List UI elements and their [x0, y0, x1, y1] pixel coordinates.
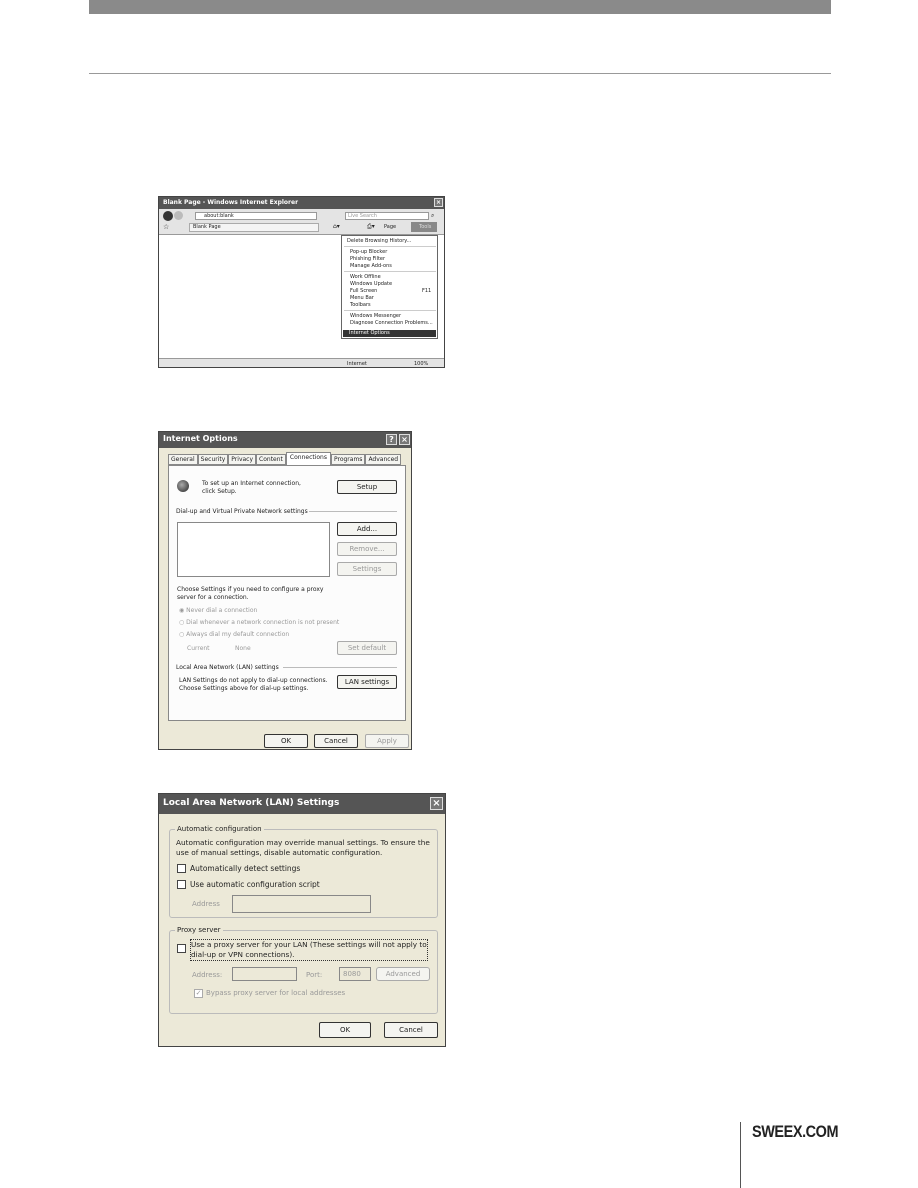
port-input[interactable]: 8080: [339, 967, 371, 981]
tab-strip: General Security Privacy Content Connect…: [168, 452, 402, 465]
tab-privacy[interactable]: Privacy: [228, 454, 257, 465]
radio-label: Never dial a connection: [186, 607, 258, 614]
auto-script-checkbox[interactable]: [177, 880, 186, 889]
radio-never-dial[interactable]: ◉ Never dial a connection: [179, 607, 257, 614]
auto-detect-label: Automatically detect settings: [190, 864, 301, 873]
tools-menu-button[interactable]: Tools: [411, 222, 437, 232]
settings-button[interactable]: Settings: [337, 562, 397, 576]
set-default-button[interactable]: Set default: [337, 641, 397, 655]
menu-item[interactable]: Manage Add-ons: [350, 263, 392, 269]
script-address-input[interactable]: [232, 895, 371, 913]
favorites-star-icon[interactable]: ☆: [163, 223, 169, 231]
lan-settings-dialog: Local Area Network (LAN) Settings × Auto…: [158, 793, 446, 1047]
home-icon[interactable]: ⌂▾: [333, 223, 340, 230]
current-value: None: [235, 645, 251, 652]
menu-item[interactable]: Delete Browsing History...: [347, 238, 411, 244]
radio-always-dial[interactable]: ○ Always dial my default connection: [179, 631, 289, 638]
address-bar[interactable]: about:blank: [195, 212, 317, 220]
help-icon[interactable]: ?: [386, 434, 397, 445]
auto-detect-checkbox[interactable]: [177, 864, 186, 873]
internet-options-dialog: Internet Options ? × General Security Pr…: [158, 431, 412, 750]
menu-item[interactable]: Windows Update: [350, 281, 392, 287]
auto-script-label: Use automatic configuration script: [190, 880, 320, 889]
close-icon[interactable]: ×: [434, 198, 443, 207]
apply-button[interactable]: Apply: [365, 734, 409, 748]
group-label: Automatic configuration: [175, 825, 264, 833]
lan-settings-button[interactable]: LAN settings: [337, 675, 397, 689]
ie-window: Blank Page - Windows Internet Explorer ×…: [158, 196, 445, 368]
tab-connections[interactable]: Connections: [285, 452, 331, 465]
lan-titlebar: Local Area Network (LAN) Settings ×: [159, 794, 445, 814]
ok-button[interactable]: OK: [319, 1022, 371, 1038]
lan-title: Local Area Network (LAN) Settings: [163, 798, 340, 808]
bypass-checkbox[interactable]: ✓: [194, 989, 203, 998]
proxy-text: Choose Settings if you need to configure…: [177, 586, 324, 601]
status-bar: Internet 100%: [159, 358, 444, 367]
add-button[interactable]: Add...: [337, 522, 397, 536]
close-icon[interactable]: ×: [399, 434, 410, 445]
menu-item-internet-options[interactable]: Internet Options: [343, 330, 436, 337]
current-label: Current: [187, 645, 210, 652]
menu-item[interactable]: Work Offline: [350, 274, 381, 280]
use-proxy-label: Use a proxy server for your LAN (These s…: [190, 939, 428, 961]
bypass-label: Bypass proxy server for local addresses: [206, 989, 346, 997]
proxy-address-input[interactable]: [232, 967, 297, 981]
dialup-list[interactable]: [177, 522, 330, 577]
auto-config-text: Automatic configuration may override man…: [176, 838, 430, 857]
header-bar: [89, 0, 831, 14]
footer-divider: [740, 1122, 741, 1188]
lan-text: LAN Settings do not apply to dial-up con…: [179, 677, 328, 692]
print-icon[interactable]: ⎙▾: [367, 223, 375, 231]
lan-header: Local Area Network (LAN) settings: [176, 664, 279, 671]
setup-text: To set up an Internet connection, click …: [202, 480, 301, 495]
menu-item[interactable]: Toolbars: [350, 302, 371, 308]
cancel-button[interactable]: Cancel: [314, 734, 358, 748]
tools-menu: Delete Browsing History... Pop-up Blocke…: [341, 235, 438, 339]
radio-label: Dial whenever a network connection is no…: [186, 619, 340, 626]
dialup-header: Dial-up and Virtual Private Network sett…: [176, 508, 308, 515]
zoom-level[interactable]: 100%: [414, 361, 428, 367]
setup-button[interactable]: Setup: [337, 480, 397, 494]
ie-toolbar: about:blank Live Search ⌕ ☆ Blank Page ⌂…: [159, 209, 444, 235]
io-title: Internet Options: [163, 434, 238, 443]
tab-advanced[interactable]: Advanced: [365, 454, 402, 465]
radio-label: Always dial my default connection: [186, 631, 290, 638]
tab-content[interactable]: Content: [256, 454, 286, 465]
tab-general[interactable]: General: [168, 454, 198, 465]
back-icon[interactable]: [163, 211, 173, 221]
remove-button[interactable]: Remove...: [337, 542, 397, 556]
menu-item[interactable]: Pop-up Blocker: [350, 249, 387, 255]
ie-title: Blank Page - Windows Internet Explorer: [163, 199, 299, 206]
search-input[interactable]: Live Search: [345, 212, 429, 220]
forward-icon[interactable]: [174, 211, 183, 220]
menu-item[interactable]: Full Screen: [350, 288, 377, 294]
address-label: Address: [192, 900, 220, 908]
advanced-button[interactable]: Advanced: [376, 967, 430, 981]
close-icon[interactable]: ×: [430, 797, 443, 810]
globe-icon: [177, 480, 189, 492]
menu-item[interactable]: Diagnose Connection Problems...: [350, 320, 433, 326]
page-menu-button[interactable]: Page: [384, 224, 396, 230]
search-icon[interactable]: ⌕: [431, 212, 434, 220]
menu-item[interactable]: Phishing Filter: [350, 256, 385, 262]
ok-button[interactable]: OK: [264, 734, 308, 748]
status-zone: Internet: [347, 361, 367, 367]
brand-logo: SWEEX.COM: [752, 1122, 839, 1141]
tab-security[interactable]: Security: [197, 454, 229, 465]
ie-titlebar: Blank Page - Windows Internet Explorer ×: [159, 197, 444, 209]
radio-dial-whenever[interactable]: ○ Dial whenever a network connection is …: [179, 619, 339, 626]
use-proxy-checkbox[interactable]: [177, 944, 186, 953]
proxy-address-label: Address:: [192, 971, 223, 979]
menu-item[interactable]: Menu Bar: [350, 295, 374, 301]
port-label: Port:: [306, 971, 323, 979]
tab-blank-page[interactable]: Blank Page: [189, 223, 319, 232]
group-label: Proxy server: [175, 926, 223, 934]
menu-item[interactable]: Windows Messenger: [350, 313, 401, 319]
header-rule: [89, 73, 831, 74]
tab-programs[interactable]: Programs: [330, 454, 366, 465]
shortcut-label: F11: [422, 288, 432, 294]
cancel-button[interactable]: Cancel: [384, 1022, 438, 1038]
io-titlebar: Internet Options ? ×: [159, 432, 411, 448]
